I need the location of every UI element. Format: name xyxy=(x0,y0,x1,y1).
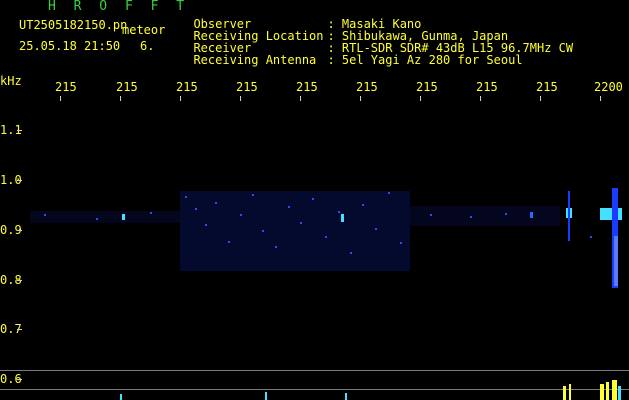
noise-band xyxy=(30,191,560,271)
time-tick: 215 xyxy=(55,80,77,94)
time-tick: 215 xyxy=(176,80,198,94)
time-tick: 215 xyxy=(356,80,378,94)
time-tick: 2200 xyxy=(594,80,623,94)
meta-row-antenna: Receiving Antenna : 5el Yagi Az 280 for S… xyxy=(179,42,523,67)
file-name: UT2505182150.pn xyxy=(19,18,128,32)
meteor-count: 6. xyxy=(140,39,155,53)
meteor-label: meteor xyxy=(122,23,166,37)
time-tick: 215 xyxy=(416,80,438,94)
time-tick: 215 xyxy=(536,80,558,94)
time-tick: 215 xyxy=(116,80,138,94)
meta-label: Receiving Antenna xyxy=(193,53,317,67)
level-meter xyxy=(120,380,621,400)
capture-datetime: 25.05.18 21:50 xyxy=(19,39,121,53)
time-tick: 215 xyxy=(236,80,258,94)
spectrogram xyxy=(30,188,622,400)
time-tick: 215 xyxy=(296,80,318,94)
time-tick: 215 xyxy=(476,80,498,94)
meta-value: : 5el Yagi Az 280 for Seoul xyxy=(327,53,523,67)
unit-label: kHz xyxy=(0,74,22,88)
header-title: H R O F F T xyxy=(48,0,190,14)
